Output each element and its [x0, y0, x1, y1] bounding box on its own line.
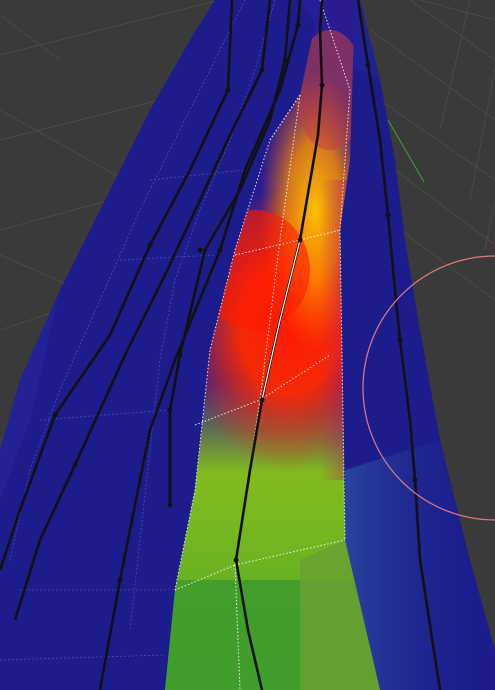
strand-vertex: [259, 67, 265, 73]
strand-vertex: [197, 247, 203, 253]
strand-vertex: [397, 337, 403, 343]
strand-vertex: [72, 462, 78, 468]
strand-vertex: [233, 557, 239, 563]
strand-vertex: [52, 412, 58, 418]
strand-vertex: [225, 87, 231, 93]
strand-vertex: [259, 397, 265, 403]
strand-vertex: [117, 577, 123, 583]
3d-viewport[interactable]: [0, 0, 495, 690]
strand-vertex: [167, 407, 173, 413]
strand-vertex: [147, 242, 153, 248]
strand-vertex: [282, 57, 288, 63]
strand-vertex: [295, 22, 301, 28]
strand-vertex: [412, 477, 418, 483]
strand-vertex: [217, 247, 223, 253]
strand-vertex: [365, 62, 371, 68]
strand-vertex: [177, 352, 183, 358]
strand-vertex: [319, 82, 325, 88]
strand-vertex: [297, 237, 303, 243]
strand-vertex: [167, 502, 173, 508]
viewport-canvas[interactable]: [0, 0, 495, 690]
strand-vertex: [385, 212, 391, 218]
